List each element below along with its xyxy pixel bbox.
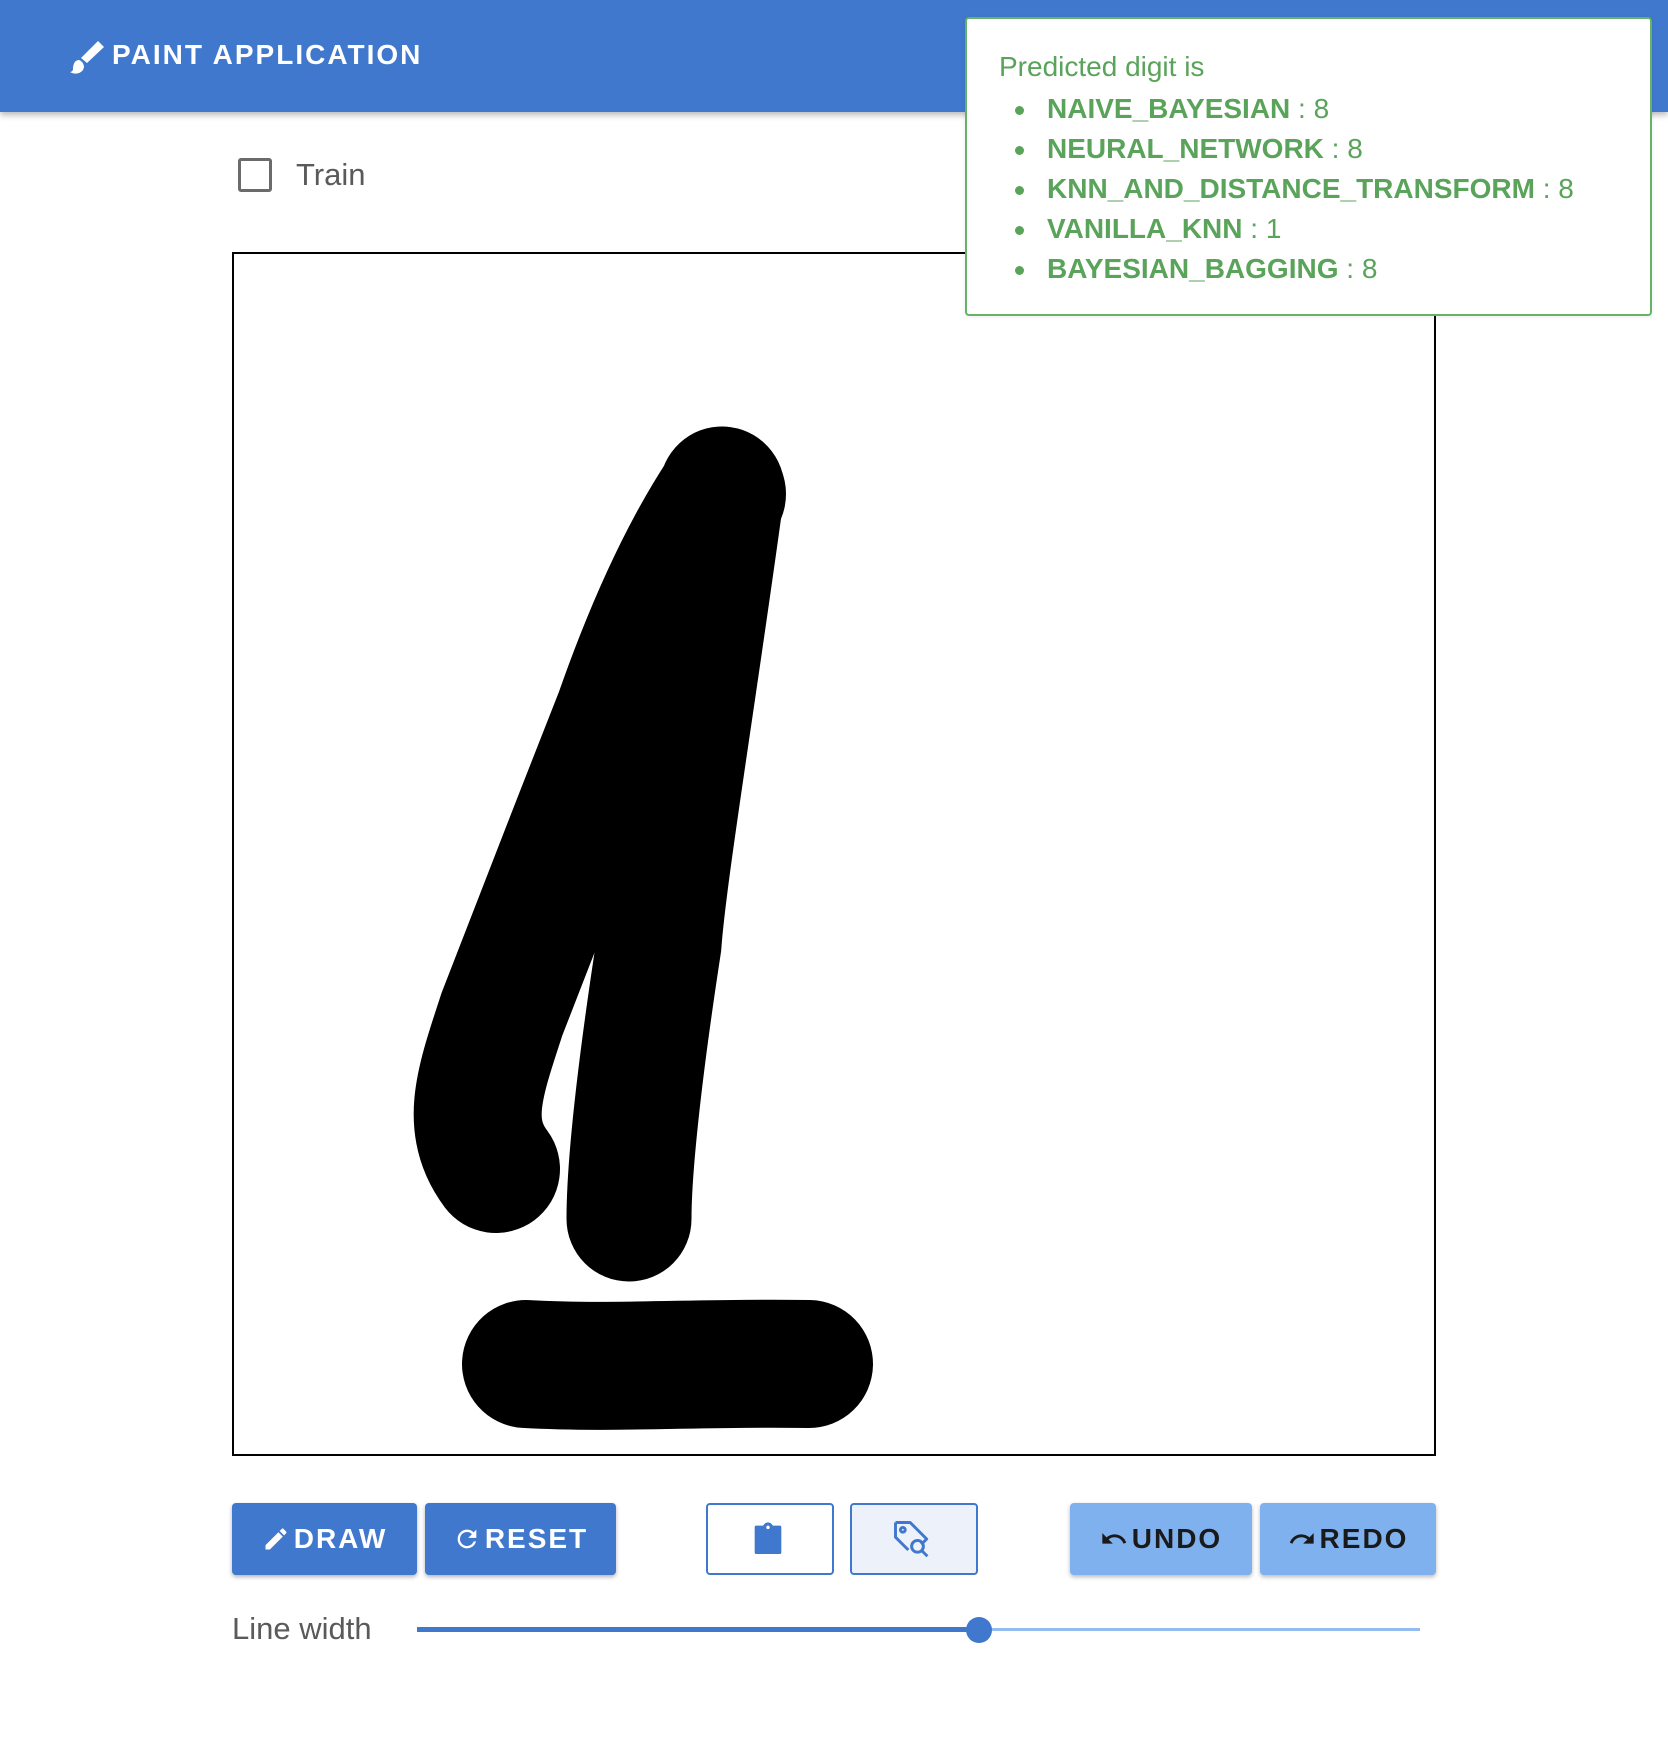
prediction-item: VANILLA_KNN : 1 — [1011, 209, 1574, 249]
app-title: PAINT APPLICATION — [112, 39, 423, 70]
model-name: NAIVE_BAYESIAN — [1047, 93, 1291, 124]
model-name: KNN_AND_DISTANCE_TRANSFORM — [1047, 173, 1535, 204]
model-name: BAYESIAN_BAGGING — [1047, 253, 1339, 284]
predicted-digit: 8 — [1313, 93, 1330, 124]
separator: : — [1323, 133, 1348, 164]
slider-track[interactable] — [980, 1628, 1420, 1631]
prediction-title: Predicted digit is — [999, 51, 1205, 82]
separator: : — [1534, 173, 1559, 204]
prediction-item: NEURAL_NETWORK : 8 — [1011, 129, 1574, 169]
draw-label: DRAW — [293, 1523, 388, 1554]
bullet-icon — [1015, 266, 1024, 275]
reset-label: RESET — [484, 1523, 589, 1554]
bullet-icon — [1015, 186, 1024, 195]
prediction-item: NAIVE_BAYESIAN : 8 — [1011, 89, 1574, 129]
line-width-label: Line width — [232, 1611, 372, 1646]
model-name: NEURAL_NETWORK — [1047, 133, 1324, 164]
undo-button[interactable]: UNDO — [1070, 1503, 1252, 1575]
clipboard-button[interactable] — [706, 1503, 834, 1575]
prediction-item: KNN_AND_DISTANCE_TRANSFORM : 8 — [1011, 169, 1574, 209]
redo-label: REDO — [1319, 1523, 1409, 1554]
draw-button[interactable]: DRAW — [232, 1503, 417, 1575]
separator: : — [1242, 213, 1266, 244]
paintbrush-icon — [70, 41, 104, 74]
tag-search-button[interactable] — [850, 1503, 978, 1575]
digit-drawing — [413, 426, 873, 1430]
model-name: VANILLA_KNN — [1047, 213, 1243, 244]
train-checkbox[interactable] — [238, 158, 272, 192]
prediction-panel: Predicted digit is NAIVE_BAYESIAN : 8 NE… — [965, 17, 1652, 316]
redo-icon — [1289, 1533, 1314, 1544]
bullet-icon — [1015, 106, 1024, 115]
slider-track-fill — [417, 1627, 979, 1632]
bullet-icon — [1015, 146, 1024, 155]
bullet-icon — [1015, 226, 1024, 235]
line-width-slider-thumb[interactable] — [965, 1617, 992, 1643]
reset-button[interactable]: RESET — [425, 1503, 616, 1575]
separator: : — [1338, 253, 1362, 284]
digit-stroke-base — [462, 1299, 873, 1430]
redo-button[interactable]: REDO — [1260, 1503, 1436, 1575]
tag-search-icon — [894, 1521, 929, 1558]
pencil-icon — [265, 1528, 287, 1550]
train-label: Train — [296, 157, 366, 192]
drawing-canvas[interactable] — [232, 252, 1436, 1456]
prediction-list: NAIVE_BAYESIAN : 8 NEURAL_NETWORK : 8 KN… — [1011, 89, 1574, 289]
refresh-icon — [457, 1529, 477, 1549]
predicted-digit: 1 — [1265, 213, 1282, 244]
clipboard-icon — [754, 1522, 782, 1554]
predicted-digit: 8 — [1558, 173, 1574, 204]
predicted-digit: 8 — [1361, 253, 1378, 284]
predicted-digit: 8 — [1347, 133, 1363, 164]
separator: : — [1290, 93, 1314, 124]
prediction-item: BAYESIAN_BAGGING : 8 — [1011, 249, 1574, 289]
undo-icon — [1102, 1533, 1126, 1544]
undo-label: UNDO — [1131, 1523, 1223, 1554]
